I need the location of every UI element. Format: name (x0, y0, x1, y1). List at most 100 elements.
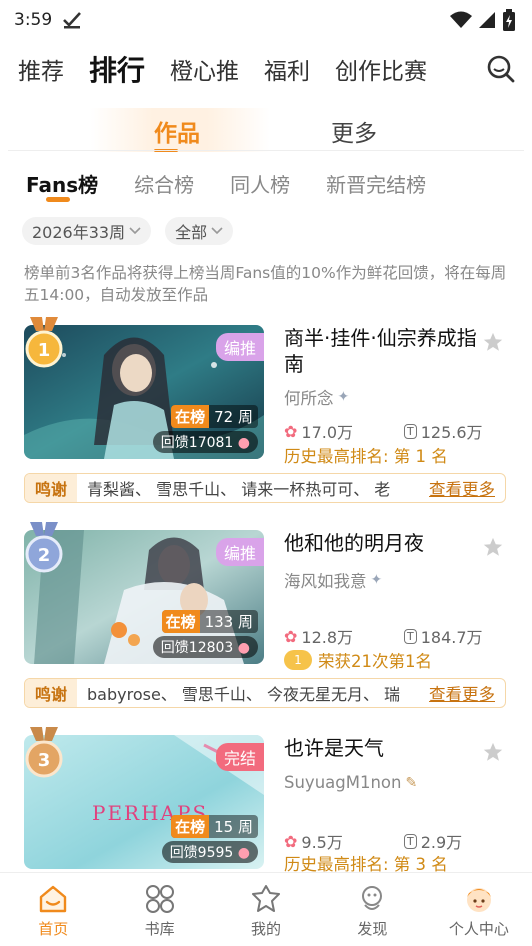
week-filter[interactable]: 2026年33周 (22, 217, 152, 245)
author-name: 海风如我意 (284, 572, 367, 591)
library-icon (145, 885, 174, 913)
author-line[interactable]: 何所念 ✦ (284, 385, 514, 409)
flower-icon: ✿ (284, 626, 298, 646)
book-title[interactable]: 商半·挂件·仙宗养成指南 (284, 325, 514, 377)
sub-tabs: 作品 更多 (0, 104, 532, 154)
championship-line: 1 荣获21次第1名 (284, 648, 432, 672)
flower-count: 17.0万 (301, 423, 354, 442)
entry-stats: ✿ 9.5万 T 2.9万 (284, 829, 504, 853)
ticket-count: 2.9万 (420, 833, 463, 852)
thanks-names: 青梨酱、 雪思千山、 请来一杯热可可、 老 (87, 480, 391, 499)
tab-orange-pick[interactable]: 橙心推 (170, 52, 239, 86)
ticket-icon: T (404, 423, 417, 439)
discover-icon (362, 886, 383, 910)
see-more-link[interactable]: 查看更多 (423, 681, 505, 705)
ticket-count: 125.6万 (420, 423, 483, 442)
status-bar: 3:59 (0, 0, 532, 40)
nav-discover[interactable]: 发现 (319, 873, 425, 946)
rank-medal-icon: 2 (25, 522, 63, 573)
rank-tab-new-complete[interactable]: 新晋完结榜 (326, 169, 426, 198)
author-line[interactable]: SuyuagM1non ✎ (284, 773, 514, 792)
on-list-badge: 在榜 15 周 (171, 815, 258, 838)
flower-count: 9.5万 (301, 833, 343, 852)
subtab-more[interactable]: 更多 (331, 114, 377, 148)
mine-icon (252, 885, 281, 912)
signal-icon (479, 12, 495, 28)
chevron-down-icon (129, 227, 141, 235)
rank-tabs: Fans榜 综合榜 同人榜 新晋完结榜 (0, 165, 532, 202)
chevron-down-icon (211, 227, 223, 235)
rank-tab-overall[interactable]: 综合榜 (134, 169, 194, 198)
crown-medal-icon: 1 (284, 650, 312, 670)
favorite-star-icon[interactable] (482, 331, 504, 353)
cover-tag: 编推 (215, 333, 264, 361)
nav-library[interactable]: 书库 (106, 873, 212, 946)
tab-recommend[interactable]: 推荐 (18, 52, 64, 86)
nav-profile[interactable]: 个人中心 (426, 873, 532, 946)
tab-ranking[interactable]: 排行 (89, 49, 145, 89)
reward-text: 回馈9595 (169, 845, 234, 861)
rank-tab-fans[interactable]: Fans榜 (26, 169, 98, 198)
history-rank: 历史最高排名: 第 1 名 (284, 447, 448, 466)
pen-icon: ✎ (405, 774, 418, 791)
bottom-nav: 首页 书库 我的 发现 个人中心 (0, 872, 532, 946)
on-list-label: 在榜 (171, 815, 210, 838)
nav-discover-label: 发现 (357, 920, 388, 938)
rank-tab-indicator (46, 197, 70, 202)
rank-number: 1 (38, 340, 51, 361)
week-filter-label: 2026年33周 (32, 223, 126, 242)
tab-contest[interactable]: 创作比赛 (335, 52, 427, 86)
weeks-on-list: 15 周 (214, 818, 253, 836)
thanks-label: 鸣谢 (25, 679, 78, 707)
scope-filter[interactable]: 全部 (165, 217, 234, 245)
thanks-bar: 鸣谢 babyrose、 雪思千山、 今夜无星无月、 瑞 查看更多 (24, 678, 506, 708)
rank-number: 3 (38, 750, 51, 771)
nav-home[interactable]: 首页 (0, 873, 106, 946)
divider (8, 150, 524, 151)
check-icon (63, 12, 82, 29)
profile-icon (466, 888, 491, 912)
author-line[interactable]: 海风如我意 ✦ (284, 568, 514, 592)
flower-icon: ● (237, 845, 250, 861)
book-title[interactable]: 也许是天气 (284, 735, 514, 761)
favorite-star-icon[interactable] (482, 536, 504, 558)
cover-tag: 完结 (215, 743, 264, 771)
flower-icon: ● (237, 640, 250, 656)
rank-number: 2 (38, 545, 51, 566)
reward-text: 回馈12803 (160, 640, 234, 656)
scope-filter-label: 全部 (175, 223, 208, 242)
ticket-icon: T (404, 833, 417, 849)
entry-stats: ✿ 17.0万 T 125.6万 (284, 419, 504, 443)
flower-count: 12.8万 (301, 628, 354, 647)
weeks-on-list: 133 周 (204, 613, 253, 631)
ticket-icon: T (404, 628, 417, 644)
nav-home-label: 首页 (38, 920, 69, 938)
tab-welfare[interactable]: 福利 (264, 52, 310, 86)
author-name: 何所念 (284, 389, 334, 408)
entry-info: 也许是天气 SuyuagM1non ✎ (284, 735, 514, 792)
flower-icon: ✿ (284, 831, 298, 851)
subtab-works[interactable]: 作品 (154, 114, 200, 148)
entry-info: 他和他的明月夜 海风如我意 ✦ (284, 530, 514, 592)
home-icon (40, 885, 67, 913)
rank-tab-fanfic[interactable]: 同人榜 (230, 169, 290, 198)
flower-icon: ✿ (284, 421, 298, 441)
reward-badge: 回馈9595 ● (161, 841, 258, 863)
see-more-link[interactable]: 查看更多 (423, 476, 505, 500)
on-list-label: 在榜 (161, 610, 200, 633)
weeks-on-list: 72 周 (214, 408, 253, 426)
favorite-star-icon[interactable] (482, 741, 504, 763)
author-name: SuyuagM1non (284, 773, 402, 792)
thanks-label: 鸣谢 (25, 474, 78, 502)
reward-text: 回馈17081 (160, 435, 234, 451)
nav-mine[interactable]: 我的 (213, 873, 319, 946)
entry-stats: ✿ 12.8万 T 184.7万 (284, 624, 504, 648)
thanks-names: babyrose、 雪思千山、 今夜无星无月、 瑞 (87, 685, 401, 704)
nav-library-label: 书库 (144, 920, 175, 938)
search-icon[interactable] (486, 54, 516, 84)
author-badge-icon: ✦ (337, 389, 350, 405)
cover-tag: 编推 (215, 538, 264, 566)
rank-medal-icon: 3 (25, 727, 63, 778)
book-title[interactable]: 他和他的明月夜 (284, 530, 514, 556)
reward-badge: 回馈12803 ● (152, 636, 258, 658)
